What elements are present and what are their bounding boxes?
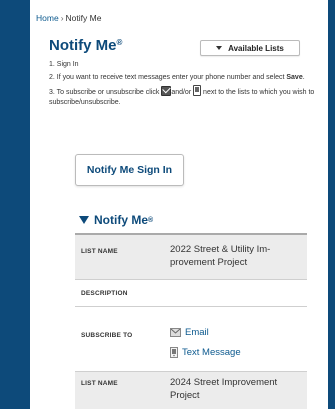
text-message-link-label: Text Message — [182, 347, 241, 358]
section-registered-mark: ® — [148, 216, 154, 224]
phone-icon — [193, 85, 202, 96]
email-icon — [161, 86, 172, 96]
breadcrumb-current: Notify Me — [65, 13, 102, 23]
list-name-value: 2022 Street & Utility Im- provement Proj… — [170, 244, 271, 268]
instruction-step-2: 2. If you want to receive text messages … — [49, 73, 305, 81]
caret-down-icon — [216, 46, 223, 50]
triangle-down-icon — [79, 216, 89, 224]
instruction-step-3: 3. To subscribe or unsubscribe click and… — [49, 85, 321, 107]
subscribe-to-label: SUBSCRIBE TO — [81, 332, 133, 339]
available-lists-button[interactable]: Available Lists — [200, 40, 300, 56]
page-title-text: Notify Me — [49, 37, 117, 54]
registered-mark: ® — [116, 38, 123, 47]
breadcrumb-home-link[interactable]: Home — [36, 13, 59, 23]
page-content: Home › Notify Me Notify Me® Available List… — [30, 0, 328, 409]
breadcrumb: Home › Notify Me — [36, 13, 101, 23]
available-lists-label: Available Lists — [228, 43, 284, 53]
description-label: DESCRIPTION — [81, 290, 128, 297]
instructions: 1. Sign In 2. If you want to receive tex… — [49, 60, 321, 110]
table-row: SUBSCRIBE TO Email Text Message — [75, 306, 307, 371]
list-name-label: LIST NAME — [81, 248, 118, 255]
lists-table: LIST NAME 2022 Street & Utility Im- prov… — [75, 233, 307, 409]
email-subscribe-link[interactable]: Email — [170, 327, 209, 338]
table-row: LIST NAME 2022 Street & Utility Im- prov… — [75, 233, 307, 279]
table-row: DESCRIPTION — [75, 279, 307, 306]
email-icon — [170, 328, 181, 337]
table-row: LIST NAME 2024 Street Improvement Projec… — [75, 371, 307, 409]
text-message-subscribe-link[interactable]: Text Message — [170, 347, 241, 358]
list-name-label: LIST NAME — [81, 380, 118, 387]
email-link-label: Email — [185, 327, 209, 338]
instruction-step-1: 1. Sign In — [49, 61, 79, 68]
notify-me-section-toggle[interactable]: Notify Me ® — [79, 213, 153, 227]
breadcrumb-separator: › — [60, 13, 64, 23]
phone-icon — [170, 347, 178, 358]
section-title: Notify Me — [94, 213, 148, 227]
page-title: Notify Me® — [49, 37, 122, 54]
list-name-value: 2024 Street Improvement Project — [170, 377, 278, 401]
notify-me-sign-in-button[interactable]: Notify Me Sign In — [75, 154, 184, 186]
